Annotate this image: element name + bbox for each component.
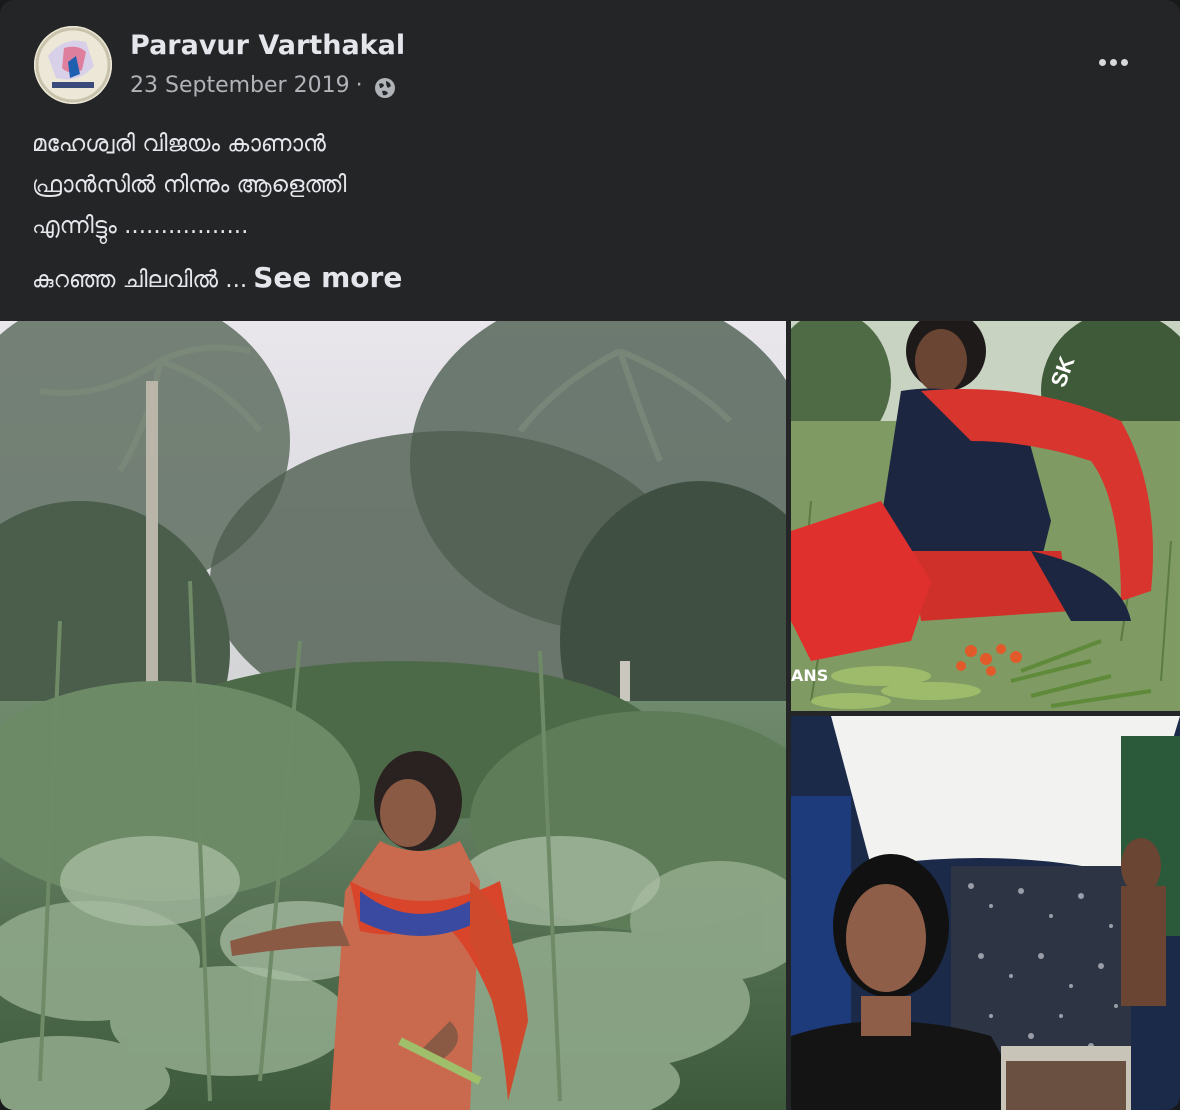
photo-garden-woman[interactable] <box>0 321 786 1110</box>
post-text-line: ഫ്രാൻസിൽ നിന്നും ആളെത്തി <box>32 172 347 198</box>
post-card: Paravur Varthakal 23 September 2019 · മഹ… <box>0 0 1180 1110</box>
post-meta: 23 September 2019 · <box>130 70 397 100</box>
post-text-truncated-line: കുറഞ്ഞ ചിലവിൽ ... See more <box>32 257 1132 301</box>
photo-seed-packet[interactable] <box>791 716 1180 1110</box>
globe-icon[interactable] <box>373 76 397 100</box>
bag-text-2: ANS <box>791 666 828 685</box>
post-text-line: എന്നിട്ടും ................. <box>32 213 249 239</box>
post-text-line: മഹേശ്വരി വിജയം കാണാൻ <box>32 131 326 157</box>
post-text-truncated: കുറഞ്ഞ ചിലവിൽ ... <box>32 267 248 293</box>
meta-separator: · <box>355 72 363 98</box>
post-text: മഹേശ്വരി വിജയം കാണാൻ ഫ്രാൻസിൽ നിന്നും ആള… <box>32 124 1132 301</box>
page-avatar[interactable] <box>34 26 112 104</box>
page-name-link[interactable]: Paravur Varthakal <box>130 30 405 61</box>
post-date[interactable]: 23 September 2019 <box>130 73 350 98</box>
photo-vegetable-harvest[interactable]: SK ANS <box>791 321 1180 711</box>
more-options-icon[interactable] <box>1088 40 1138 84</box>
see-more-link[interactable]: See more <box>253 261 402 294</box>
